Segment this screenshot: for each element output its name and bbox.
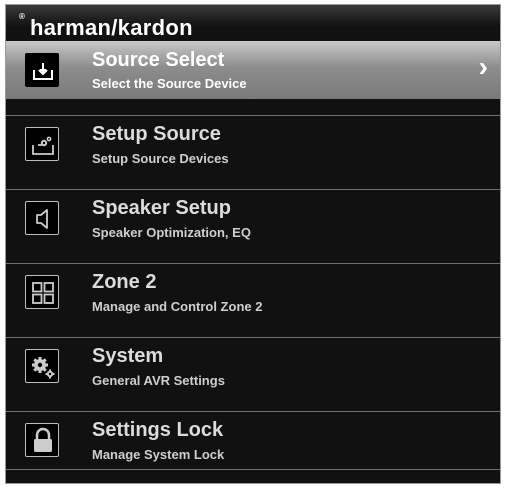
menu-item-subtitle: General AVR Settings: [92, 373, 225, 388]
setup-source-icon: [25, 127, 59, 161]
zone-grid-icon: [25, 275, 59, 309]
menu-item-title: Source Select: [92, 49, 225, 71]
divider: [6, 411, 500, 412]
menu-item-title: Setup Source: [92, 123, 221, 145]
menu-item-speaker-setup[interactable]: Speaker Setup Speaker Optimization, EQ: [6, 189, 500, 247]
menu-item-title: Speaker Setup: [92, 197, 231, 219]
divider: [6, 189, 500, 190]
gears-icon: [25, 349, 59, 383]
menu-item-setup-source[interactable]: Setup Source Setup Source Devices: [6, 115, 500, 173]
menu-item-subtitle: Manage System Lock: [92, 447, 225, 462]
av-menu-screen: harman/kardon ® Source Select Select the …: [5, 4, 501, 484]
menu-item-source-select[interactable]: Source Select Select the Source Device ›: [6, 41, 500, 99]
lock-icon: [25, 423, 59, 457]
divider: [6, 115, 500, 116]
divider: [6, 263, 500, 264]
menu-item-zone-2[interactable]: Zone 2 Manage and Control Zone 2: [6, 263, 500, 321]
menu-item-title: Settings Lock: [92, 419, 224, 441]
menu-item-subtitle: Select the Source Device: [92, 76, 247, 91]
menu-item-subtitle: Setup Source Devices: [92, 151, 229, 166]
chevron-right-icon: ›: [478, 51, 488, 82]
divider: [6, 469, 500, 470]
menu-item-subtitle: Speaker Optimization, EQ: [92, 225, 251, 240]
speaker-icon: [25, 201, 59, 235]
brand-header: harman/kardon ®: [6, 5, 500, 41]
source-select-icon: [25, 53, 59, 87]
brand-logo: harman/kardon ®: [19, 12, 193, 40]
menu-item-system[interactable]: System General AVR Settings: [6, 337, 500, 395]
menu-item-title: Zone 2: [92, 271, 157, 293]
menu-item-subtitle: Manage and Control Zone 2: [92, 299, 263, 314]
divider: [6, 337, 500, 338]
menu-item-title: System: [92, 345, 164, 367]
menu-item-settings-lock[interactable]: Settings Lock Manage System Lock: [6, 411, 500, 470]
